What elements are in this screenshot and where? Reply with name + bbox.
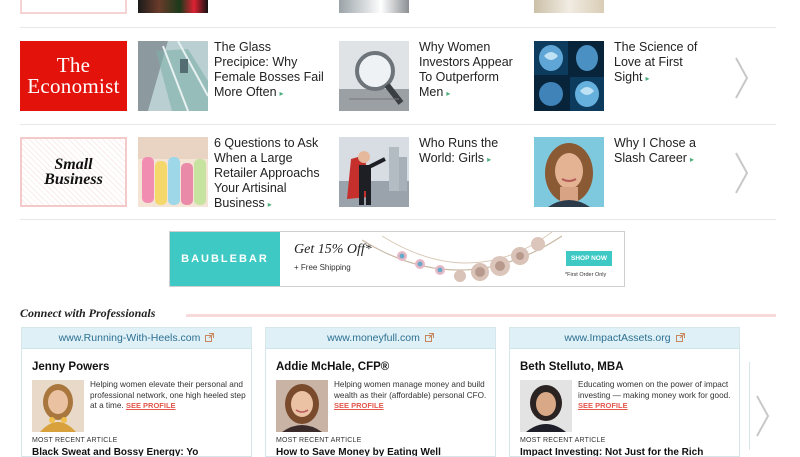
chevron-right-icon[interactable] [734,56,750,100]
professional-bio: Helping women elevate their personal and… [90,380,246,410]
professional-card[interactable]: www.ImpactAssets.org Beth Stelluto, MBA … [509,327,740,457]
glass-walkway-image [138,41,208,111]
shop-now-button[interactable]: SHOP NOW [566,251,612,266]
article-title[interactable]: Why I Chose a Slash Career ▸ [614,136,714,167]
chevron-right-icon[interactable] [755,394,771,438]
superhero-woman-image [339,137,409,207]
external-link-icon [424,332,434,344]
article-thumbnail-magnifier[interactable] [339,41,409,111]
professional-name[interactable]: Addie McHale, CFP® [276,361,389,373]
article-title[interactable]: The Glass Precipice: Why Female Bosses F… [214,40,326,101]
article-title[interactable]: The Science of Love at First Sight ▸ [614,40,714,86]
article-thumbnail-partial[interactable] [534,0,604,13]
website-url: www.ImpactAssets.org [564,332,671,344]
avatar[interactable] [276,380,328,432]
article-thumbnail-partial[interactable] [138,0,208,13]
portrait-image [534,137,604,207]
professional-bio: Educating women on the power of impact i… [578,380,731,410]
card-website-link[interactable]: www.ImpactAssets.org [510,328,739,349]
row-divider [20,124,776,125]
avatar[interactable] [520,380,572,432]
article-title[interactable]: 6 Questions to Ask When a Large Retailer… [214,136,326,212]
row-divider [20,219,776,220]
professional-card[interactable]: www.moneyfull.com Addie McHale, CFP® Hel… [265,327,496,457]
see-profile-link[interactable]: SEE PROFILE [126,401,176,410]
most-recent-article-label: MOST RECENT ARTICLE [32,437,118,444]
ad-note-text: *First Order Only [565,272,607,278]
avatar-image [32,380,84,432]
website-url: www.Running-With-Heels.com [58,332,201,344]
macarons-image [138,137,208,207]
professional-name[interactable]: Jenny Powers [32,361,109,373]
section-divider [186,314,776,317]
economist-logo[interactable]: The Economist [20,41,127,111]
small-business-logo[interactable]: Small Business [20,137,127,207]
avatar-image [276,380,328,432]
arrow-right-icon: ▸ [267,200,272,209]
professional-card[interactable]: www.Running-With-Heels.com Jenny Powers … [21,327,252,457]
arrow-right-icon: ▸ [279,89,284,98]
recent-article-title[interactable]: Black Sweat and Bossy Energy: Yo [32,447,242,456]
brain-scan-image [534,41,604,111]
professional-name[interactable]: Beth Stelluto, MBA [520,361,624,373]
article-title[interactable]: Why Women Investors Appear To Outperform… [419,40,523,101]
article-thumbnail-partial[interactable] [339,0,409,13]
avatar-image [520,380,572,432]
economist-logo-line1: The [56,53,91,77]
most-recent-article-label: MOST RECENT ARTICLE [276,437,362,444]
see-profile-link[interactable]: SEE PROFILE [334,401,384,410]
professional-bio: Helping women manage money and build wea… [334,380,487,410]
article-thumbnail-macarons[interactable] [138,137,208,207]
avatar[interactable] [32,380,84,432]
see-profile-link[interactable]: SEE PROFILE [578,401,628,410]
external-link-icon [205,332,215,344]
ad-shipping-text: + Free Shipping [294,263,351,272]
article-thumbnail-portrait[interactable] [534,137,604,207]
arrow-right-icon: ▸ [645,74,650,83]
small-business-logo-line2: Business [44,171,103,188]
most-recent-article-label: MOST RECENT ARTICLE [520,437,606,444]
ad-brand-logo: BAUBLEBAR [170,232,280,286]
publisher-logo-partial[interactable] [20,0,127,14]
row-divider [20,27,776,28]
article-thumbnail-superhero-woman[interactable] [339,137,409,207]
section-title-connect: Connect with Professionals [20,306,156,320]
magnifier-image [339,41,409,111]
card-website-link[interactable]: www.moneyfull.com [266,328,495,349]
card-website-link[interactable]: www.Running-With-Heels.com [22,328,251,349]
arrow-right-icon: ▸ [446,89,451,98]
article-thumbnail-brain-scan[interactable] [534,41,604,111]
chevron-right-icon[interactable] [734,151,750,195]
necklace-image [362,232,562,282]
small-business-logo-line1: Small [54,156,93,173]
arrow-right-icon: ▸ [689,155,694,164]
ad-offer-text: Get 15% Off* [294,242,372,257]
recent-article-title[interactable]: Impact Investing: Not Just for the Rich [520,447,730,456]
economist-logo-line2: Economist [27,74,120,98]
recent-article-title[interactable]: How to Save Money by Eating Well [276,447,486,456]
website-url: www.moneyfull.com [327,332,420,344]
arrow-right-icon: ▸ [487,155,492,164]
baublebar-ad-banner[interactable]: BAUBLEBAR Get 15% Off* + Free Shipping S… [169,231,625,287]
article-title[interactable]: Who Runs the World: Girls ▸ [419,136,523,167]
external-link-icon [675,332,685,344]
article-thumbnail-glass-walkway[interactable] [138,41,208,111]
